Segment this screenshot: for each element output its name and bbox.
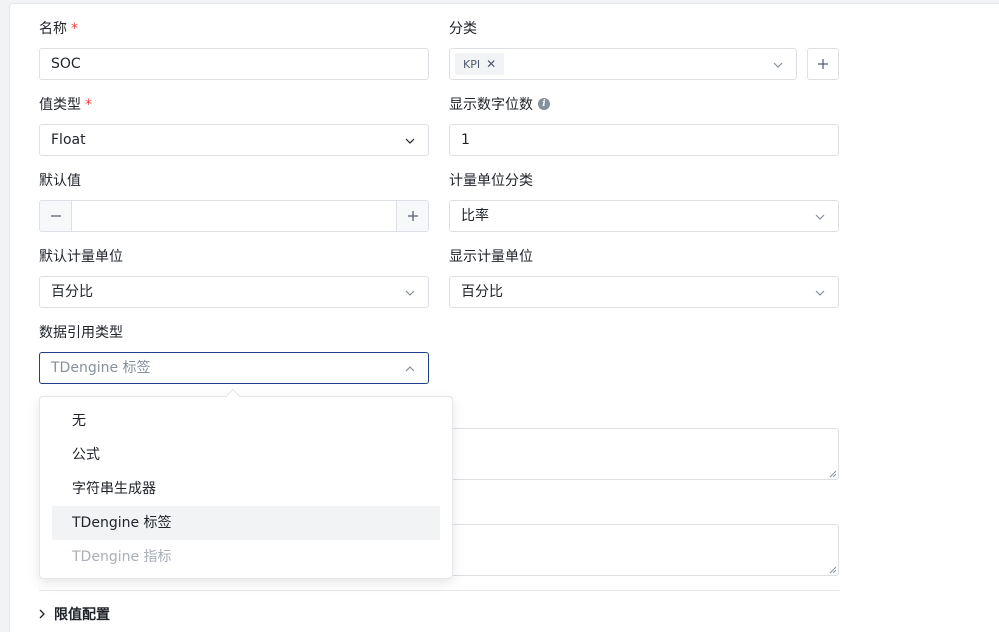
option-tdengine-metric: TDengine 指标 [72, 549, 172, 565]
default-value-stepper[interactable] [39, 200, 429, 232]
data-ref-type-placeholder: TDengine 标签 [51, 360, 151, 376]
category-tag: KPI ✕ [455, 53, 505, 75]
value-type-label: 值类型 * [39, 97, 92, 113]
value-type-value: Float [51, 132, 86, 148]
data-ref-type-dropdown: 无 公式 字符串生成器 TDengine 标签 TDengine 指标 [39, 388, 453, 579]
display-digits-value: 1 [461, 132, 470, 148]
name-input-value: SOC [51, 56, 81, 72]
chevron-down-icon [405, 136, 415, 146]
unit-category-label: 计量单位分类 [449, 173, 533, 189]
option-formula[interactable]: 公式 [52, 438, 440, 472]
name-label: 名称 * [39, 21, 78, 37]
chevron-up-icon [405, 364, 415, 374]
limit-config-label: 限值配置 [54, 607, 110, 623]
display-unit-label: 显示计量单位 [449, 249, 533, 265]
default-unit-select[interactable]: 百分比 [39, 276, 429, 308]
add-category-button[interactable] [807, 48, 839, 80]
tag-close-icon[interactable]: ✕ [486, 57, 496, 71]
resize-handle-icon [829, 470, 837, 478]
plus-icon [408, 211, 418, 221]
textarea-field[interactable] [429, 428, 839, 480]
chevron-down-icon [815, 212, 825, 222]
value-type-select[interactable]: Float [39, 124, 429, 156]
required-mark: * [85, 97, 92, 113]
default-unit-value: 百分比 [51, 284, 93, 300]
option-string-builder[interactable]: 字符串生成器 [52, 472, 440, 506]
section-divider [39, 590, 839, 591]
unit-category-select[interactable]: 比率 [449, 200, 839, 232]
info-icon[interactable]: i [538, 98, 550, 110]
data-ref-type-select[interactable]: TDengine 标签 [39, 352, 429, 384]
display-digits-label: 显示数字位数 i [449, 95, 550, 115]
decrement-button[interactable] [40, 201, 72, 231]
resize-handle-icon [829, 566, 837, 574]
unit-category-value: 比率 [461, 208, 489, 224]
increment-button[interactable] [396, 201, 428, 231]
display-digits-input[interactable]: 1 [449, 124, 839, 156]
chevron-right-icon [39, 609, 45, 619]
required-mark: * [71, 21, 78, 37]
textarea-field[interactable] [429, 524, 839, 576]
data-ref-type-label: 数据引用类型 [39, 325, 123, 341]
display-unit-value: 百分比 [461, 284, 503, 300]
minus-icon [51, 215, 61, 217]
chevron-down-icon [773, 60, 783, 70]
option-none[interactable]: 无 [52, 404, 440, 438]
default-unit-label: 默认计量单位 [39, 249, 123, 265]
chevron-down-icon [815, 288, 825, 298]
category-label: 分类 [449, 21, 477, 37]
option-tdengine-tag[interactable]: TDengine 标签 [52, 506, 440, 540]
limit-config-toggle[interactable]: 限值配置 [38, 604, 110, 626]
chevron-down-icon [405, 288, 415, 298]
category-select[interactable]: KPI ✕ [449, 48, 797, 80]
name-input[interactable]: SOC [39, 48, 429, 80]
default-value-label: 默认值 [39, 173, 81, 189]
display-unit-select[interactable]: 百分比 [449, 276, 839, 308]
plus-icon [818, 59, 828, 69]
category-tag-label: KPI [463, 58, 481, 71]
